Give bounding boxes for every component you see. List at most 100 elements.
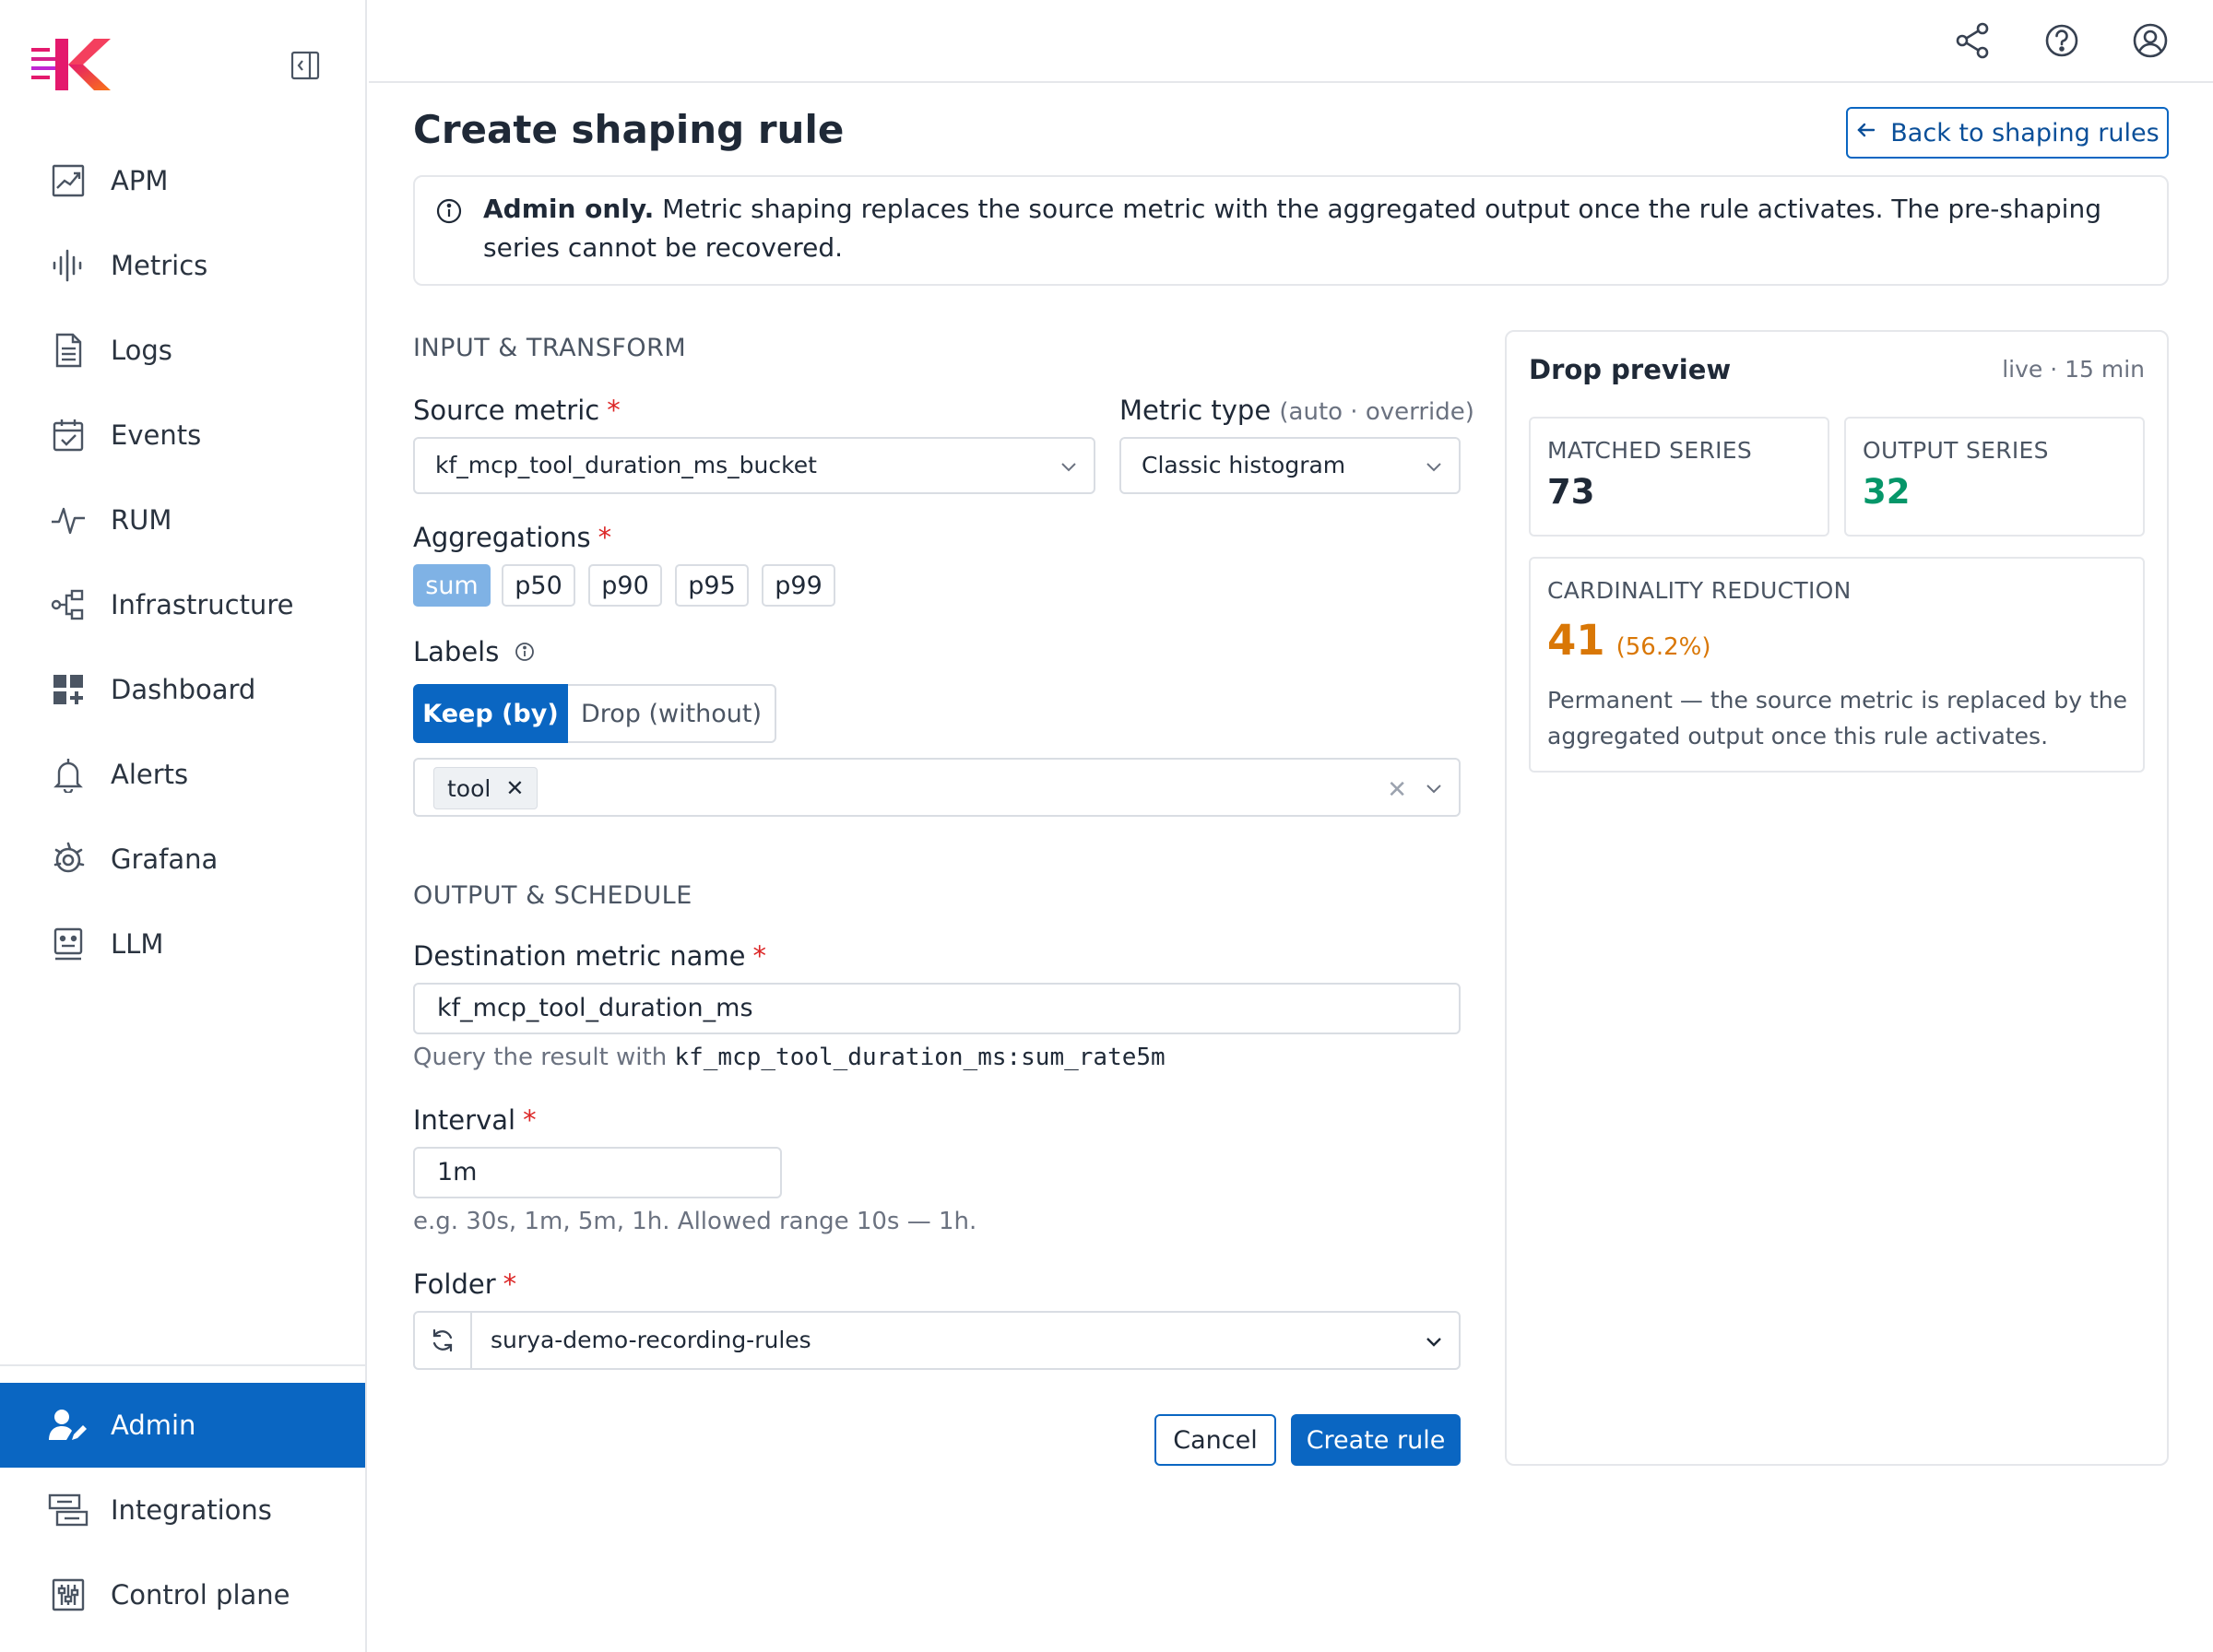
banner-text: Admin only. Metric shaping replaces the …	[483, 190, 2152, 267]
matched-series-value: 73	[1547, 472, 1595, 512]
aggregation-chip-sum[interactable]: sum	[413, 564, 491, 607]
sidebar-item-label: Integrations	[111, 1494, 272, 1526]
sidebar-item-events[interactable]: Events	[0, 393, 365, 478]
sidebar-item-rum[interactable]: RUM	[0, 478, 365, 562]
create-rule-button[interactable]: Create rule	[1291, 1414, 1461, 1466]
sidebar-item-llm[interactable]: LLM	[0, 902, 365, 986]
interval-help-text: e.g. 30s, 1m, 5m, 1h. Allowed range 10s …	[413, 1208, 977, 1235]
brand-logo[interactable]	[31, 35, 111, 94]
label-tag-text: tool	[447, 774, 491, 802]
metric-type-select[interactable]: Classic histogram	[1119, 437, 1461, 494]
folder-select[interactable]: surya-demo-recording-rules	[413, 1311, 1461, 1370]
grafana-gear-icon	[48, 839, 89, 879]
source-metric-label: Source metric *	[413, 395, 621, 426]
control-plane-sliders-icon	[48, 1575, 89, 1615]
sidebar-item-label: Events	[111, 419, 202, 451]
output-series-value: 32	[1863, 472, 1911, 512]
sidebar: APM Metrics Logs Events RUM Infrastructu…	[0, 0, 367, 1652]
destination-metric-value: kf_mcp_tool_duration_ms	[437, 994, 753, 1022]
destination-metric-input[interactable]: kf_mcp_tool_duration_ms	[413, 983, 1461, 1034]
cardinality-reduction-percent: (56.2%)	[1615, 633, 1711, 661]
share-icon[interactable]	[1953, 20, 1994, 61]
logs-document-icon	[48, 330, 89, 371]
metric-type-label: Metric type (auto · override)	[1119, 395, 1474, 426]
info-icon[interactable]	[514, 638, 536, 669]
sidebar-item-label: LLM	[111, 928, 164, 960]
back-to-shaping-rules-button[interactable]: Back to shaping rules	[1846, 107, 2169, 159]
remove-tag-icon[interactable]: ✕	[505, 775, 524, 801]
interval-input[interactable]: 1m	[413, 1147, 782, 1198]
chevron-down-icon	[1059, 456, 1079, 477]
page-title: Create shaping rule	[413, 107, 845, 152]
chevron-down-icon[interactable]	[1424, 1331, 1444, 1351]
sidebar-item-metrics[interactable]: Metrics	[0, 223, 365, 308]
sidebar-item-label: RUM	[111, 504, 172, 536]
sidebar-divider	[0, 1364, 365, 1366]
labels-label: Labels	[413, 636, 536, 669]
drop-without-toggle[interactable]: Drop (without)	[568, 684, 776, 743]
folder-value: surya-demo-recording-rules	[491, 1327, 811, 1353]
interval-value: 1m	[437, 1158, 478, 1186]
chevron-down-icon[interactable]	[1424, 778, 1444, 798]
clear-icon[interactable]: ✕	[1387, 776, 1407, 804]
sidebar-item-logs[interactable]: Logs	[0, 308, 365, 393]
help-icon[interactable]	[2041, 20, 2082, 61]
sidebar-item-label: Logs	[111, 335, 172, 366]
sidebar-item-integrations[interactable]: Integrations	[0, 1468, 365, 1552]
source-metric-value: kf_mcp_tool_duration_ms_bucket	[435, 452, 817, 478]
query-help-text: Query the result with kf_mcp_tool_durati…	[413, 1044, 1166, 1071]
aggregations-label: Aggregations *	[413, 522, 612, 553]
sidebar-item-label: Alerts	[111, 759, 189, 790]
output-series-card: OUTPUT SERIES 32	[1844, 417, 2145, 537]
matched-series-card: MATCHED SERIES 73	[1529, 417, 1829, 537]
integrations-icon	[48, 1490, 89, 1530]
sidebar-item-label: Metrics	[111, 250, 208, 281]
folder-label: Folder *	[413, 1268, 517, 1300]
drop-preview-panel: Drop preview live · 15 min MATCHED SERIE…	[1505, 330, 2169, 1466]
preview-title: Drop preview	[1529, 354, 1732, 385]
cardinality-reduction-description: Permanent — the source metric is replace…	[1547, 687, 2127, 749]
sidebar-item-label: Admin	[111, 1410, 196, 1441]
sidebar-item-alerts[interactable]: Alerts	[0, 732, 365, 817]
labels-multiselect[interactable]: tool ✕ ✕	[413, 758, 1461, 817]
cardinality-reduction-card: CARDINALITY REDUCTION 41 (56.2%) Permanen…	[1529, 557, 2145, 773]
preview-meta: live · 15 min	[2002, 356, 2145, 383]
aggregation-chip-p50[interactable]: p50	[502, 564, 575, 607]
cancel-button[interactable]: Cancel	[1154, 1414, 1276, 1466]
metric-type-value: Classic histogram	[1142, 452, 1346, 478]
sidebar-item-apm[interactable]: APM	[0, 138, 365, 223]
infrastructure-nodes-icon	[48, 584, 89, 625]
sidebar-item-control-plane[interactable]: Control plane	[0, 1552, 365, 1637]
sidebar-item-label: Dashboard	[111, 674, 256, 705]
source-metric-select[interactable]: kf_mcp_tool_duration_ms_bucket	[413, 437, 1095, 494]
sidebar-item-infrastructure[interactable]: Infrastructure	[0, 562, 365, 647]
sidebar-item-grafana[interactable]: Grafana	[0, 817, 365, 902]
chevron-down-icon	[1424, 456, 1444, 477]
section-heading-input: INPUT & TRANSFORM	[413, 334, 687, 362]
destination-metric-label: Destination metric name *	[413, 940, 766, 972]
aggregation-chip-p90[interactable]: p90	[588, 564, 662, 607]
keep-by-toggle[interactable]: Keep (by)	[413, 684, 568, 743]
sidebar-item-label: Grafana	[111, 844, 219, 875]
arrow-left-icon	[1855, 119, 1877, 148]
banner-body-text: Metric shaping replaces the source metri…	[483, 194, 2101, 263]
apm-chart-icon	[48, 160, 89, 201]
alerts-bell-icon	[48, 754, 89, 795]
aggregation-chip-p95[interactable]: p95	[675, 564, 749, 607]
admin-user-icon	[48, 1405, 89, 1446]
aggregation-chip-p99[interactable]: p99	[762, 564, 835, 607]
collapse-sidebar-icon[interactable]	[290, 50, 321, 81]
interval-label: Interval *	[413, 1104, 537, 1136]
sidebar-item-label: APM	[111, 165, 169, 196]
info-icon	[435, 197, 463, 225]
sidebar-item-label: Control plane	[111, 1579, 290, 1611]
dashboard-grid-icon	[48, 669, 89, 710]
matched-series-label: MATCHED SERIES	[1547, 437, 1753, 464]
user-account-icon[interactable]	[2130, 20, 2171, 61]
sidebar-item-admin[interactable]: Admin	[0, 1383, 365, 1468]
llm-bot-icon	[48, 924, 89, 964]
sidebar-item-dashboard[interactable]: Dashboard	[0, 647, 365, 732]
refresh-icon[interactable]	[415, 1313, 472, 1368]
rum-pulse-icon	[48, 500, 89, 540]
query-code: kf_mcp_tool_duration_ms:sum_rate5m	[674, 1044, 1166, 1071]
